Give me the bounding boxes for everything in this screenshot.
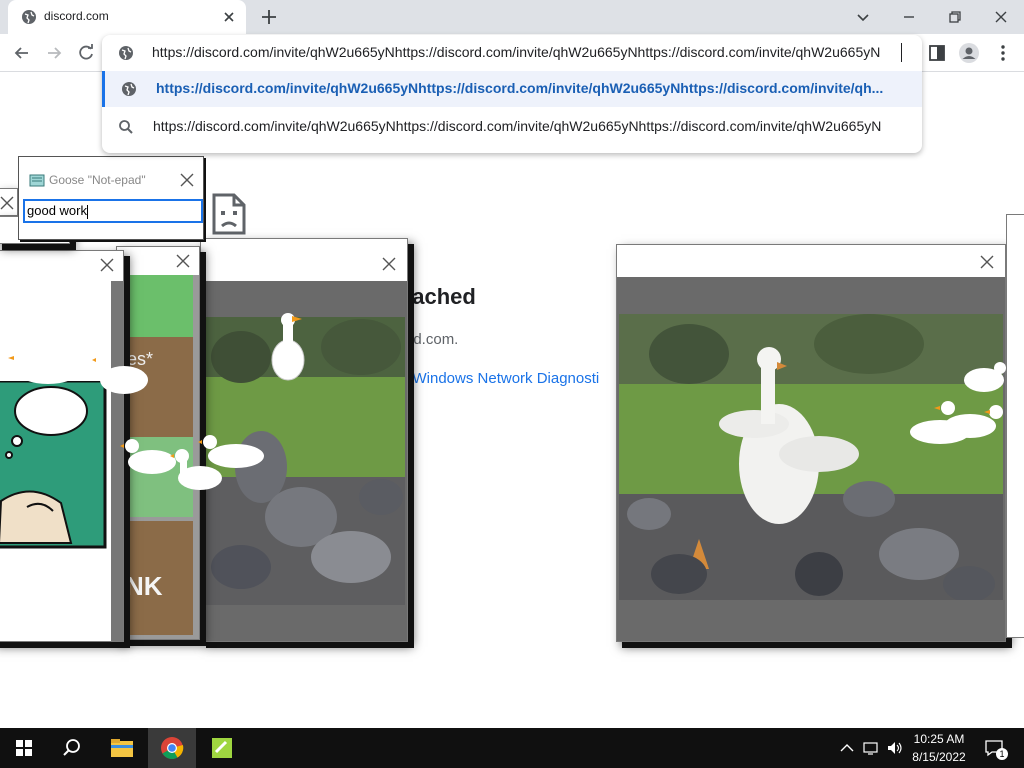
cartoon-image: [0, 381, 107, 549]
desktop: discord.com eached ord.com. g Windows Ne…: [0, 0, 1024, 768]
image-frame: [617, 277, 1005, 641]
taskbar: 10:25 AM 8/15/2022: [0, 728, 1024, 768]
search-icon[interactable]: [48, 728, 96, 768]
close-icon[interactable]: [179, 172, 195, 188]
goose-sprite[interactable]: [960, 360, 1006, 396]
suggestion-text: https://discord.com/invite/qhW2u665yNhtt…: [156, 80, 884, 96]
clock-date[interactable]: 8/15/2022: [908, 750, 970, 764]
notepad-title: Goose "Not-epad": [49, 173, 146, 187]
menu-dots-icon[interactable]: [992, 42, 1014, 64]
network-diagnostics-link[interactable]: g Windows Network Diagnosti: [400, 370, 616, 387]
partial-window-1[interactable]: [0, 188, 18, 216]
reload-icon[interactable]: [75, 42, 97, 64]
meme-window-cartoon[interactable]: [0, 250, 124, 642]
goose-notepad-window[interactable]: Goose "Not-epad" good work: [18, 156, 204, 240]
browser-tab[interactable]: discord.com: [8, 0, 246, 34]
search-icon: [119, 120, 133, 134]
goose-photo: [619, 314, 1003, 600]
suggestion-text: https://discord.com/invite/qhW2u665yNhtt…: [153, 118, 882, 134]
goose-sprite[interactable]: [198, 434, 268, 474]
close-icon[interactable]: [175, 253, 191, 269]
suggestion-url[interactable]: https://discord.com/invite/qhW2u665yNhtt…: [102, 71, 922, 107]
sad-document-icon: [212, 193, 246, 235]
minimize-icon[interactable]: [898, 6, 920, 28]
close-window-icon[interactable]: [990, 6, 1012, 28]
goose-app-taskbar-button[interactable]: [198, 728, 246, 768]
close-icon[interactable]: [0, 195, 15, 211]
address-bar-text: https://discord.com/invite/qhW2u665yNhtt…: [152, 44, 881, 60]
notepad-text: good work: [27, 203, 87, 218]
globe-icon: [122, 82, 136, 96]
tab-title: discord.com: [44, 9, 109, 23]
address-bar[interactable]: https://discord.com/invite/qhW2u665yNhtt…: [102, 35, 922, 71]
network-icon[interactable]: [862, 740, 880, 756]
notepad-text-area[interactable]: good work: [23, 199, 203, 223]
goose-sprite[interactable]: [8, 348, 84, 388]
goose-sprite[interactable]: [92, 350, 152, 398]
start-windows-icon[interactable]: [0, 728, 48, 768]
notepad-icon: [29, 174, 45, 187]
text-caret: [86, 204, 88, 219]
goose-app-icon: [212, 738, 232, 758]
forward-arrow-icon[interactable]: [43, 42, 65, 64]
meme-panel-top: [125, 275, 193, 337]
globe-icon: [22, 10, 36, 24]
back-arrow-icon[interactable]: [11, 42, 33, 64]
goose-sprite[interactable]: [940, 404, 1006, 444]
partial-window-right[interactable]: [1006, 214, 1024, 638]
profile-avatar-icon[interactable]: [958, 42, 980, 64]
text-caret: [901, 43, 902, 62]
new-tab-icon[interactable]: [260, 8, 278, 26]
tab-strip: discord.com: [0, 0, 1024, 34]
close-tab-icon[interactable]: [220, 8, 238, 26]
error-subtitle: ord.com.: [400, 331, 459, 348]
meme-text-bottom: NK: [125, 571, 163, 601]
error-title: eached: [400, 284, 476, 309]
chrome-icon: [161, 737, 184, 759]
tab-search-chevron-icon[interactable]: [852, 6, 874, 28]
file-explorer-icon[interactable]: [98, 728, 146, 768]
close-icon[interactable]: [99, 257, 115, 273]
restore-icon[interactable]: [944, 6, 966, 28]
suggestion-search[interactable]: https://discord.com/invite/qhW2u665yNhtt…: [102, 109, 922, 145]
goose-sprite[interactable]: [268, 310, 308, 382]
close-icon[interactable]: [979, 254, 995, 270]
globe-icon: [119, 46, 133, 60]
volume-icon[interactable]: [886, 740, 904, 756]
chevron-up-icon[interactable]: [838, 740, 856, 756]
side-panel-icon[interactable]: [926, 42, 948, 64]
close-icon[interactable]: [381, 256, 397, 272]
clock-time[interactable]: 10:25 AM: [908, 732, 970, 746]
omnibox-dropdown: https://discord.com/invite/qhW2u665yNhtt…: [102, 35, 922, 153]
notification-badge: 1: [996, 748, 1008, 760]
chrome-taskbar-button[interactable]: [148, 728, 196, 768]
